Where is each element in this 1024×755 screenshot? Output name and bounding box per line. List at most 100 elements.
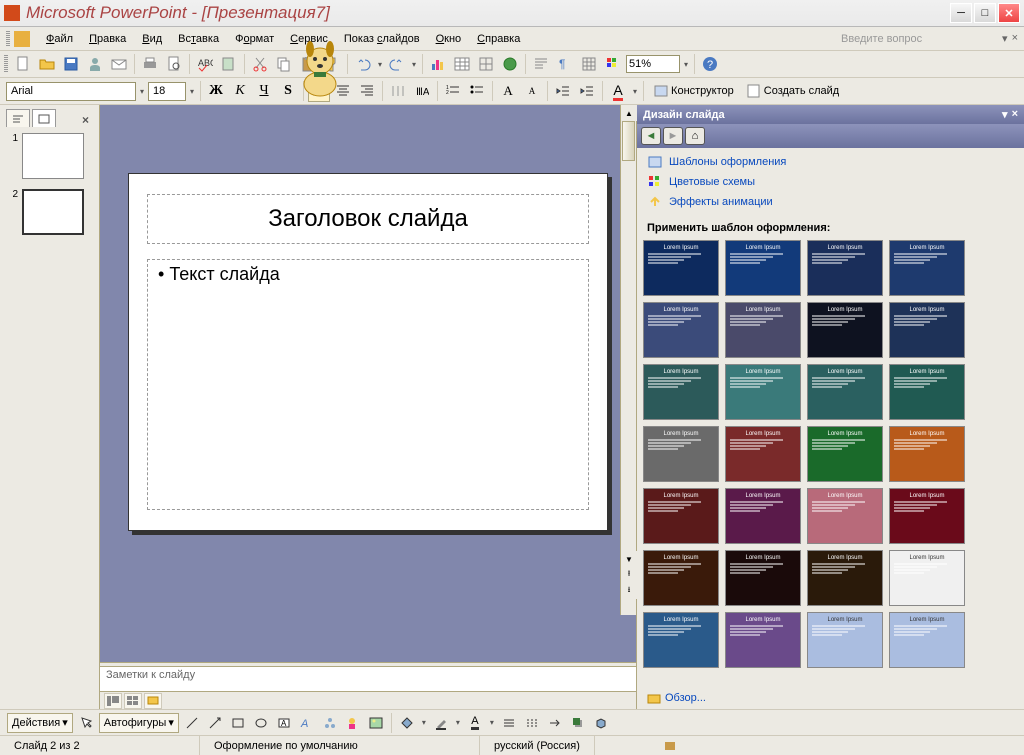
design-template[interactable]: Lorem Ipsum <box>725 488 801 544</box>
expand-button[interactable] <box>530 53 552 75</box>
font-color-dropdown-icon[interactable]: ▾ <box>631 87 639 96</box>
arrow-style-button[interactable] <box>545 713 565 733</box>
notes-pane[interactable]: Заметки к слайду <box>100 667 636 691</box>
nav-back-button[interactable]: ◄ <box>641 127 661 145</box>
design-template[interactable]: Lorem Ipsum <box>643 550 719 606</box>
new-slide-button[interactable]: Создать слайд <box>741 80 844 102</box>
size-dropdown-icon[interactable]: ▾ <box>188 87 196 96</box>
oval-button[interactable] <box>251 713 271 733</box>
clipart-button[interactable] <box>343 713 363 733</box>
direction-button[interactable]: ⅢA <box>411 80 433 102</box>
design-template[interactable]: Lorem Ipsum <box>643 488 719 544</box>
menu-правка[interactable]: Правка <box>81 31 134 47</box>
textbox-button[interactable]: A <box>274 713 294 733</box>
font-color-button[interactable]: A <box>607 80 629 102</box>
design-template[interactable]: Lorem Ipsum <box>807 488 883 544</box>
select-button[interactable] <box>76 713 96 733</box>
font-size-input[interactable]: 18 <box>148 82 186 101</box>
design-template[interactable]: Lorem Ipsum <box>643 612 719 668</box>
research-button[interactable] <box>218 53 240 75</box>
save-button[interactable] <box>60 53 82 75</box>
design-template[interactable]: Lorem Ipsum <box>725 240 801 296</box>
new-button[interactable] <box>12 53 34 75</box>
cut-button[interactable] <box>249 53 271 75</box>
redo-dropdown-icon[interactable]: ▾ <box>410 60 418 69</box>
scroll-thumb[interactable] <box>622 121 635 161</box>
decrease-font-button[interactable]: A <box>521 80 543 102</box>
line-button[interactable] <box>182 713 202 733</box>
email-button[interactable] <box>108 53 130 75</box>
design-template[interactable]: Lorem Ipsum <box>889 240 965 296</box>
design-template[interactable]: Lorem Ipsum <box>889 302 965 358</box>
design-template[interactable]: Lorem Ipsum <box>725 550 801 606</box>
taskpane-link[interactable]: Шаблоны оформления <box>647 154 1014 170</box>
design-template[interactable]: Lorem Ipsum <box>889 426 965 482</box>
design-template[interactable]: Lorem Ipsum <box>889 612 965 668</box>
zoom-input[interactable]: 51% <box>626 55 680 73</box>
menu-файл[interactable]: Файл <box>38 31 81 47</box>
wordart-button[interactable]: A <box>297 713 317 733</box>
spellcheck-button[interactable]: ABC <box>194 53 216 75</box>
taskpane-link[interactable]: Эффекты анимации <box>647 194 1014 210</box>
taskpane-close-button[interactable]: × <box>1012 108 1018 121</box>
font-dropdown-icon[interactable]: ▾ <box>138 87 146 96</box>
line-color-button[interactable] <box>431 713 451 733</box>
prev-slide-button[interactable]: ⭱ <box>621 567 637 583</box>
design-template[interactable]: Lorem Ipsum <box>643 426 719 482</box>
sorter-view-button[interactable] <box>124 693 142 709</box>
minimize-button[interactable]: ─ <box>950 3 972 23</box>
dash-style-button[interactable] <box>522 713 542 733</box>
taskpane-dropdown-icon[interactable]: ▾ <box>1002 108 1008 121</box>
slides-tab[interactable] <box>32 109 56 127</box>
menu-вид[interactable]: Вид <box>134 31 170 47</box>
redo-button[interactable] <box>386 53 408 75</box>
design-template[interactable]: Lorem Ipsum <box>725 612 801 668</box>
taskpane-link[interactable]: Цветовые схемы <box>647 174 1014 190</box>
design-template[interactable]: Lorem Ipsum <box>807 240 883 296</box>
bold-button[interactable]: Ж <box>205 80 227 102</box>
browse-link[interactable]: Обзор... <box>637 687 1024 709</box>
scroll-down-icon[interactable]: ▼ <box>621 551 637 567</box>
hyperlink-button[interactable] <box>499 53 521 75</box>
distribute-button[interactable] <box>387 80 409 102</box>
font-name-input[interactable]: Arial <box>6 82 136 101</box>
design-template[interactable]: Lorem Ipsum <box>889 364 965 420</box>
underline-button[interactable]: Ч <box>253 80 275 102</box>
design-template[interactable]: Lorem Ipsum <box>643 240 719 296</box>
close-button[interactable]: ✕ <box>998 3 1020 23</box>
maximize-button[interactable]: □ <box>974 3 996 23</box>
zoom-dropdown-icon[interactable]: ▾ <box>682 60 690 69</box>
open-button[interactable] <box>36 53 58 75</box>
design-template[interactable]: Lorem Ipsum <box>725 426 801 482</box>
design-template[interactable]: Lorem Ipsum <box>807 550 883 606</box>
slide-thumb[interactable]: 2 <box>10 189 89 235</box>
nav-forward-button[interactable]: ► <box>663 127 683 145</box>
help-search-input[interactable]: Введите вопрос <box>838 30 998 48</box>
undo-dropdown-icon[interactable]: ▾ <box>376 60 384 69</box>
doc-close-button[interactable]: × <box>1012 32 1018 45</box>
arrow-button[interactable] <box>205 713 225 733</box>
grid-button[interactable] <box>578 53 600 75</box>
menu-окно[interactable]: Окно <box>428 31 470 47</box>
3d-style-button[interactable] <box>591 713 611 733</box>
color-button[interactable] <box>602 53 624 75</box>
preview-button[interactable] <box>163 53 185 75</box>
help-button[interactable]: ? <box>699 53 721 75</box>
slide-thumb[interactable]: 1 <box>10 133 89 179</box>
slide-canvas[interactable]: Заголовок слайда • Текст слайда <box>128 173 608 531</box>
print-button[interactable] <box>139 53 161 75</box>
permission-button[interactable] <box>84 53 106 75</box>
diagram-button[interactable] <box>320 713 340 733</box>
design-template[interactable]: Lorem Ipsum <box>643 302 719 358</box>
font-color-button[interactable]: A <box>465 713 485 733</box>
line-style-button[interactable] <box>499 713 519 733</box>
vertical-scrollbar[interactable]: ▲ ▼ ⭱ ⭳ <box>620 105 636 615</box>
outline-tab[interactable] <box>6 109 30 127</box>
normal-view-button[interactable] <box>104 693 122 709</box>
align-right-button[interactable] <box>356 80 378 102</box>
design-template[interactable]: Lorem Ipsum <box>807 302 883 358</box>
autoshapes-button[interactable]: Автофигуры ▾ <box>99 713 179 733</box>
undo-button[interactable] <box>352 53 374 75</box>
body-placeholder[interactable]: • Текст слайда <box>147 259 589 510</box>
menu-формат[interactable]: Формат <box>227 31 282 47</box>
